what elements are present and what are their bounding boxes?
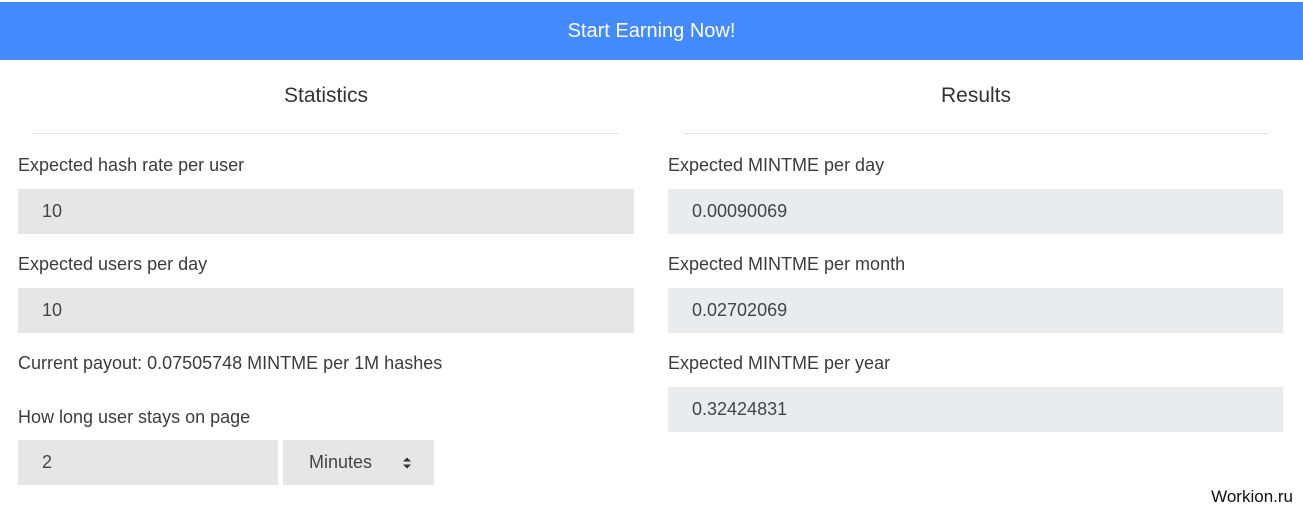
hash-rate-input[interactable]: 10 [18, 189, 634, 234]
mintme-per-month-output: 0.02702069 [668, 288, 1283, 333]
mintme-per-year-output: 0.32424831 [668, 387, 1283, 432]
stay-duration-label: How long user stays on page [18, 407, 251, 427]
hash-rate-label: Expected hash rate per user [18, 155, 245, 175]
mintme-per-month-label: Expected MINTME per month [668, 254, 906, 274]
mintme-per-day-output: 0.00090069 [668, 189, 1283, 234]
results-title: Results [940, 84, 1012, 107]
statistics-title: Statistics [283, 84, 369, 107]
users-per-day-label: Expected users per day [18, 254, 208, 274]
watermark-text: Workion.ru [1211, 487, 1293, 506]
results-divider [683, 133, 1269, 134]
start-earning-button[interactable]: Start Earning Now! [0, 2, 1303, 60]
mintme-per-day-label: Expected MINTME per day [668, 155, 885, 175]
users-per-day-input[interactable]: 10 [18, 288, 634, 333]
current-payout-text: Current payout: 0.07505748 MINTME per 1M… [18, 353, 443, 373]
stay-duration-input[interactable]: 2 [18, 440, 278, 485]
results-panel: Results Expected MINTME per day 0.000900… [668, 60, 1284, 432]
statistics-divider [33, 133, 619, 134]
time-unit-selected: Minutes [309, 452, 373, 472]
statistics-panel: Statistics Expected hash rate per user 1… [18, 60, 634, 485]
time-unit-select[interactable]: Minutes [283, 440, 434, 485]
mintme-per-year-label: Expected MINTME per year [668, 353, 891, 373]
select-updown-icon [403, 457, 411, 468]
